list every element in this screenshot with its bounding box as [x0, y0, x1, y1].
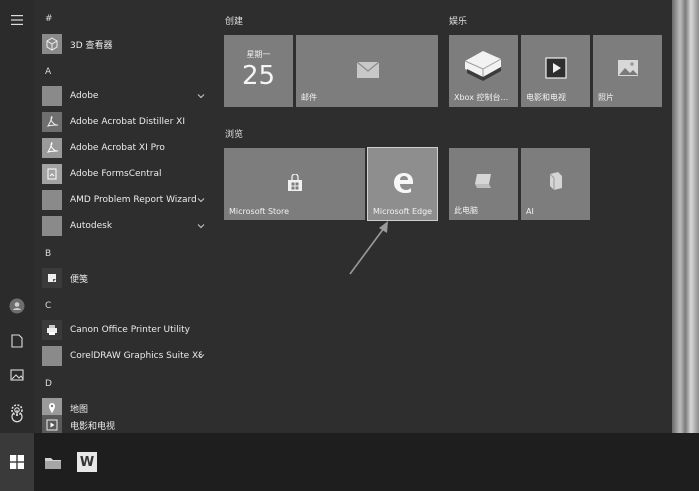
console-icon: [464, 51, 502, 81]
hamburger-icon[interactable]: [0, 5, 34, 35]
section-letter-hash[interactable]: #: [45, 14, 53, 24]
forms-icon: [42, 164, 62, 184]
xbox-tile-label: Xbox 控制台...: [454, 93, 509, 102]
film-icon: [545, 57, 567, 79]
word-icon[interactable]: W: [70, 433, 104, 491]
app-item-label: 电影和电视: [70, 421, 116, 432]
edge-tile[interactable]: Microsoft Edge: [367, 147, 438, 221]
mail-tile[interactable]: 邮件: [296, 35, 438, 107]
cube-icon: [42, 34, 62, 54]
group-title-play[interactable]: 娱乐: [449, 14, 467, 27]
app-item[interactable]: 便笺: [42, 266, 218, 290]
photos-tile[interactable]: 照片: [593, 35, 662, 107]
acrobat-icon: [42, 112, 62, 132]
mail-tile-label: 邮件: [301, 93, 317, 102]
taskbar: W: [0, 433, 699, 491]
app-item[interactable]: AMD Problem Report Wizard: [42, 188, 218, 212]
xbox-tile[interactable]: Xbox 控制台...: [449, 35, 518, 107]
windows-start-icon[interactable]: [0, 433, 34, 491]
tiles-area: 创建 娱乐 浏览 星期一 25 邮件 Xbox 控制台... 电影和电视 照片: [220, 0, 672, 433]
movies-tile[interactable]: 电影和电视: [521, 35, 590, 107]
printer-icon: [42, 320, 62, 340]
start-rail: [0, 0, 34, 433]
edge-tile-label: Microsoft Edge: [373, 207, 433, 216]
calendar-day: 星期一: [246, 50, 271, 59]
app-item-label: Adobe FormsCentral: [70, 169, 162, 179]
app-item-label: 便笺: [70, 274, 89, 285]
app-item[interactable]: Canon Office Printer Utility: [42, 318, 218, 342]
document-icon[interactable]: [0, 326, 34, 356]
chevron-down-icon: [197, 198, 205, 203]
group-title-browse[interactable]: 浏览: [225, 127, 243, 140]
computer-icon: [475, 174, 491, 188]
edge-icon: [394, 173, 413, 193]
app-item[interactable]: Adobe FormsCentral: [42, 162, 218, 186]
app-item[interactable]: Adobe: [42, 84, 218, 108]
app-item-label: Canon Office Printer Utility: [70, 325, 190, 335]
app-item-label: AMD Problem Report Wizard: [70, 195, 197, 205]
movies-tile-label: 电影和电视: [526, 93, 566, 102]
section-letter-c[interactable]: C: [45, 301, 51, 311]
app-item-label: Adobe Acrobat Distiller XI: [70, 117, 185, 127]
power-icon[interactable]: [0, 401, 34, 431]
app-item-label: 3D 查看器: [70, 40, 113, 51]
file-explorer-icon[interactable]: [36, 433, 70, 491]
app-list: # 3D 查看器 A Adobe Adobe Acrobat Distiller…: [34, 0, 220, 435]
app-item-label: Autodesk: [70, 221, 113, 231]
app-item[interactable]: Autodesk: [42, 214, 218, 238]
mail-icon: [356, 61, 380, 78]
user-icon[interactable]: [0, 291, 34, 321]
calendar-tile[interactable]: 星期一 25: [224, 35, 293, 107]
illustrator-icon: [549, 172, 562, 190]
section-letter-b[interactable]: B: [45, 249, 51, 259]
section-letter-a[interactable]: A: [45, 67, 51, 77]
section-letter-d[interactable]: D: [45, 379, 52, 389]
app-item-label: Adobe: [70, 91, 99, 101]
folder-icon: [42, 190, 62, 210]
photo-icon: [618, 60, 638, 76]
app-item[interactable]: Adobe Acrobat XI Pro: [42, 136, 218, 160]
app-item[interactable]: 3D 查看器: [42, 32, 218, 56]
sticky-notes-icon: [42, 268, 62, 288]
folder-icon: [42, 86, 62, 106]
store-tile[interactable]: Microsoft Store: [224, 148, 365, 220]
chevron-down-icon: [197, 224, 205, 229]
folder-icon: [42, 216, 62, 236]
video-icon: [42, 415, 62, 435]
word-letter: W: [77, 452, 97, 472]
chevron-down-icon: [197, 354, 205, 359]
store-tile-label: Microsoft Store: [229, 207, 290, 216]
calendar-date: 25: [241, 61, 276, 91]
app-item[interactable]: Adobe Acrobat Distiller XI: [42, 110, 218, 134]
ai-tile-label: AI: [526, 207, 534, 216]
app-item-label: Adobe Acrobat XI Pro: [70, 143, 165, 153]
app-item[interactable]: CorelDRAW Graphics Suite X8...: [42, 344, 218, 368]
pictures-icon[interactable]: [0, 360, 34, 390]
photos-tile-label: 照片: [598, 93, 614, 102]
app-item-label: CorelDRAW Graphics Suite X8...: [70, 351, 202, 361]
pointer-arrow: [349, 221, 388, 275]
chevron-down-icon: [197, 94, 205, 99]
desktop-wallpaper: [672, 0, 699, 433]
ai-tile[interactable]: AI: [521, 148, 590, 220]
group-title-create[interactable]: 创建: [225, 14, 243, 27]
acrobat-icon: [42, 138, 62, 158]
this-pc-tile-label: 此电脑: [454, 206, 478, 215]
store-icon: [288, 174, 302, 191]
folder-icon: [42, 346, 62, 366]
this-pc-tile[interactable]: 此电脑: [449, 148, 518, 220]
